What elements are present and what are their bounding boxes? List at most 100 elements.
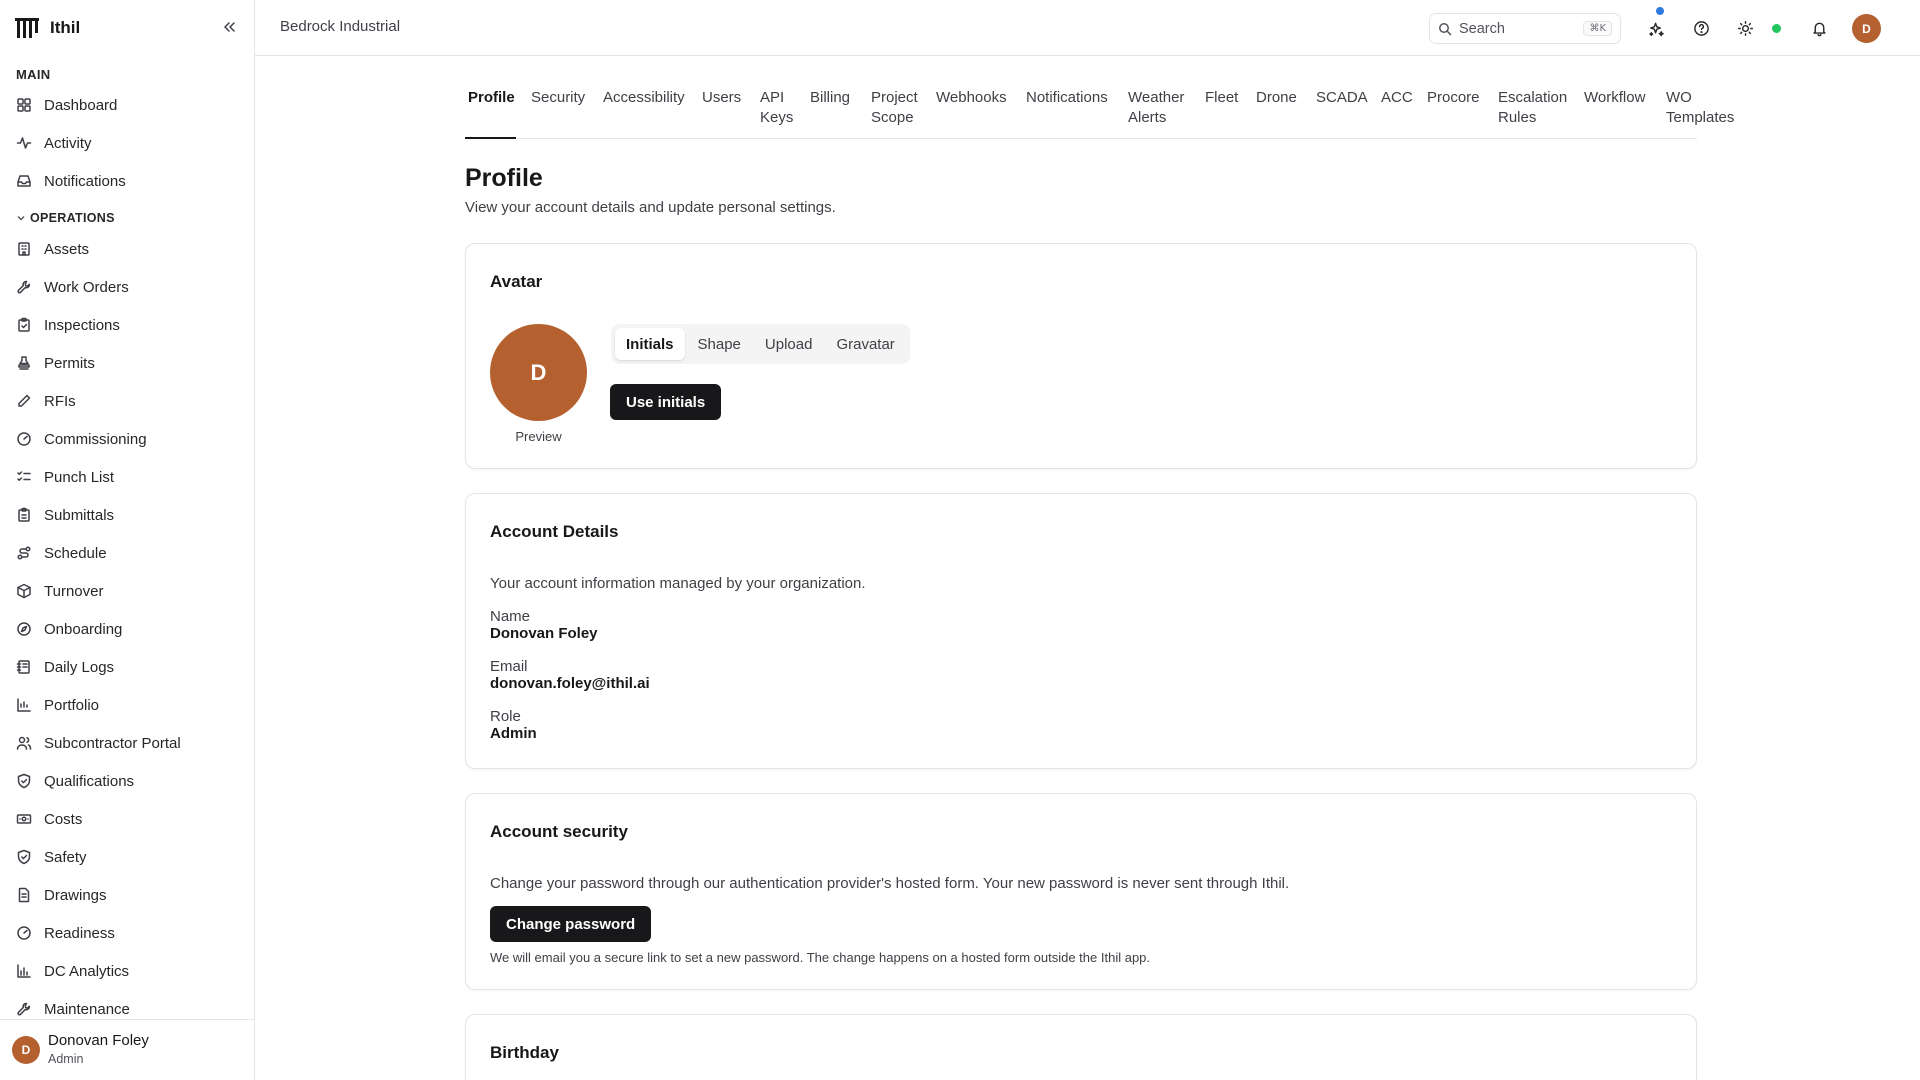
- sidebar-item-activity[interactable]: Activity: [16, 131, 92, 155]
- tab-accessibility[interactable]: Accessibility: [603, 88, 688, 108]
- user-avatar-button[interactable]: D: [1852, 14, 1881, 43]
- sidebar-item-notifications[interactable]: Notifications: [16, 169, 126, 193]
- tab-escalation-rules[interactable]: Escalation Rules: [1498, 88, 1568, 128]
- sidebar-item-label: Onboarding: [44, 620, 123, 638]
- clipboard-check-icon: [18, 317, 30, 332]
- tab-project-scope[interactable]: Project Scope: [871, 88, 919, 128]
- tab-profile[interactable]: Profile: [468, 88, 528, 108]
- package-icon: [17, 583, 31, 599]
- chevrons-left-icon: [224, 22, 235, 32]
- avatar-option-shape[interactable]: Shape: [687, 328, 752, 360]
- sidebar-item-maintenance[interactable]: Maintenance: [16, 997, 130, 1021]
- sidebar-item-daily-logs[interactable]: Daily Logs: [16, 655, 114, 679]
- tab-scada[interactable]: SCADA: [1316, 88, 1368, 108]
- sidebar-item-label: Punch List: [44, 468, 115, 486]
- card-title: Account security: [490, 822, 628, 841]
- security-note: We will email you a secure link to set a…: [490, 950, 1151, 965]
- card-title: Birthday: [490, 1043, 559, 1062]
- sidebar-item-subcontractor-portal[interactable]: Subcontractor Portal: [16, 731, 181, 755]
- theme-toggle-button[interactable]: [1734, 17, 1756, 39]
- search-icon: [1439, 22, 1452, 35]
- wrench-icon: [17, 1002, 31, 1016]
- avatar-preview: D: [490, 324, 587, 421]
- search-shortcut: ⌘K: [1583, 21, 1612, 36]
- section-label-main: MAIN: [16, 67, 51, 82]
- sidebar-item-work-orders[interactable]: Work Orders: [16, 275, 129, 299]
- search-input[interactable]: Search ⌘K: [1429, 13, 1621, 44]
- use-initials-button[interactable]: Use initials: [610, 384, 722, 420]
- gauge-icon: [17, 926, 31, 940]
- sidebar-item-assets[interactable]: Assets: [16, 237, 89, 261]
- sidebar-item-qualifications[interactable]: Qualifications: [16, 769, 134, 793]
- tab-weather-alerts[interactable]: Weather Alerts: [1128, 88, 1190, 128]
- tab-wo-templates[interactable]: WO Templates: [1666, 88, 1738, 128]
- page-title: Profile: [465, 164, 543, 192]
- card-title: Avatar: [490, 272, 543, 291]
- compass-icon: [17, 622, 31, 636]
- collapse-sidebar-button[interactable]: [218, 16, 240, 38]
- ai-assistant-button[interactable]: [1645, 17, 1667, 39]
- workspace-name: Bedrock Industrial: [280, 18, 401, 35]
- stamp-icon: [18, 356, 30, 370]
- sidebar-item-label: Commissioning: [44, 430, 147, 448]
- tab-api-keys[interactable]: API Keys: [760, 88, 800, 128]
- sidebar-user[interactable]: D Donovan Foley Admin: [0, 1019, 254, 1080]
- tab-billing[interactable]: Billing: [810, 88, 855, 108]
- tab-workflow[interactable]: Workflow: [1584, 88, 1650, 108]
- gauge-icon: [17, 432, 31, 446]
- section-label-operations[interactable]: OPERATIONS: [16, 211, 115, 225]
- avatar: D: [12, 1036, 40, 1064]
- sidebar-item-submittals[interactable]: Submittals: [16, 503, 114, 527]
- avatar-option-gravatar[interactable]: Gravatar: [825, 328, 905, 360]
- tab-webhooks[interactable]: Webhooks: [936, 88, 1011, 108]
- tab-notifications[interactable]: Notifications: [1026, 88, 1114, 108]
- tab-procore[interactable]: Procore: [1427, 88, 1482, 108]
- sidebar-item-costs[interactable]: Costs: [16, 807, 82, 831]
- chart-icon: [17, 698, 31, 712]
- tab-users[interactable]: Users: [702, 88, 742, 108]
- sidebar-item-label: Inspections: [44, 316, 120, 334]
- sidebar-item-rfis[interactable]: RFIs: [16, 389, 76, 413]
- sidebar-item-dc-analytics[interactable]: DC Analytics: [16, 959, 129, 983]
- notebook-icon: [16, 660, 30, 674]
- tab-drone[interactable]: Drone: [1256, 88, 1301, 108]
- sidebar-item-dashboard[interactable]: Dashboard: [16, 93, 117, 117]
- sidebar-item-drawings[interactable]: Drawings: [16, 883, 107, 907]
- tab-fleet[interactable]: Fleet: [1205, 88, 1241, 108]
- tab-security[interactable]: Security: [531, 88, 589, 108]
- sidebar-item-commissioning[interactable]: Commissioning: [16, 427, 147, 451]
- sidebar-item-readiness[interactable]: Readiness: [16, 921, 115, 945]
- help-button[interactable]: [1690, 17, 1712, 39]
- sidebar-item-label: Qualifications: [44, 772, 135, 790]
- page-subtitle: View your account details and update per…: [465, 199, 836, 216]
- sidebar-item-label: Turnover: [44, 582, 104, 600]
- sun-icon: [1737, 20, 1753, 36]
- name-value: Donovan Foley: [490, 625, 598, 642]
- file-icon: [18, 887, 30, 903]
- avatar-option-initials[interactable]: Initials: [615, 328, 685, 360]
- grid-icon: [17, 98, 31, 112]
- brand[interactable]: Ithil: [14, 14, 80, 42]
- sidebar-item-punch-list[interactable]: Punch List: [16, 465, 114, 489]
- sidebar-item-portfolio[interactable]: Portfolio: [16, 693, 99, 717]
- sidebar-item-safety[interactable]: Safety: [16, 845, 87, 869]
- sidebar-item-label: Readiness: [44, 924, 115, 942]
- tab-acc[interactable]: ACC: [1381, 88, 1413, 108]
- sidebar-item-label: Schedule: [44, 544, 107, 562]
- sidebar-item-turnover[interactable]: Turnover: [16, 579, 103, 603]
- users-icon: [16, 736, 32, 750]
- email-value: donovan.foley@ithil.ai: [490, 675, 650, 692]
- avatar-option-upload[interactable]: Upload: [754, 328, 824, 360]
- clipboard-icon: [18, 507, 30, 522]
- section-label-text: OPERATIONS: [30, 211, 115, 225]
- sidebar-item-inspections[interactable]: Inspections: [16, 313, 120, 337]
- avatar-card: Avatar D Preview Initials Shape Upload Grav…: [465, 243, 1697, 469]
- sidebar-item-schedule[interactable]: Schedule: [16, 541, 107, 565]
- notifications-button[interactable]: [1808, 17, 1830, 39]
- change-password-button[interactable]: Change password: [490, 906, 652, 942]
- sidebar-item-permits[interactable]: Permits: [16, 351, 95, 375]
- sidebar-item-onboarding[interactable]: Onboarding: [16, 617, 122, 641]
- card-title: Account Details: [490, 522, 619, 541]
- sidebar-item-label: RFIs: [44, 392, 76, 410]
- preview-label: Preview: [515, 429, 562, 444]
